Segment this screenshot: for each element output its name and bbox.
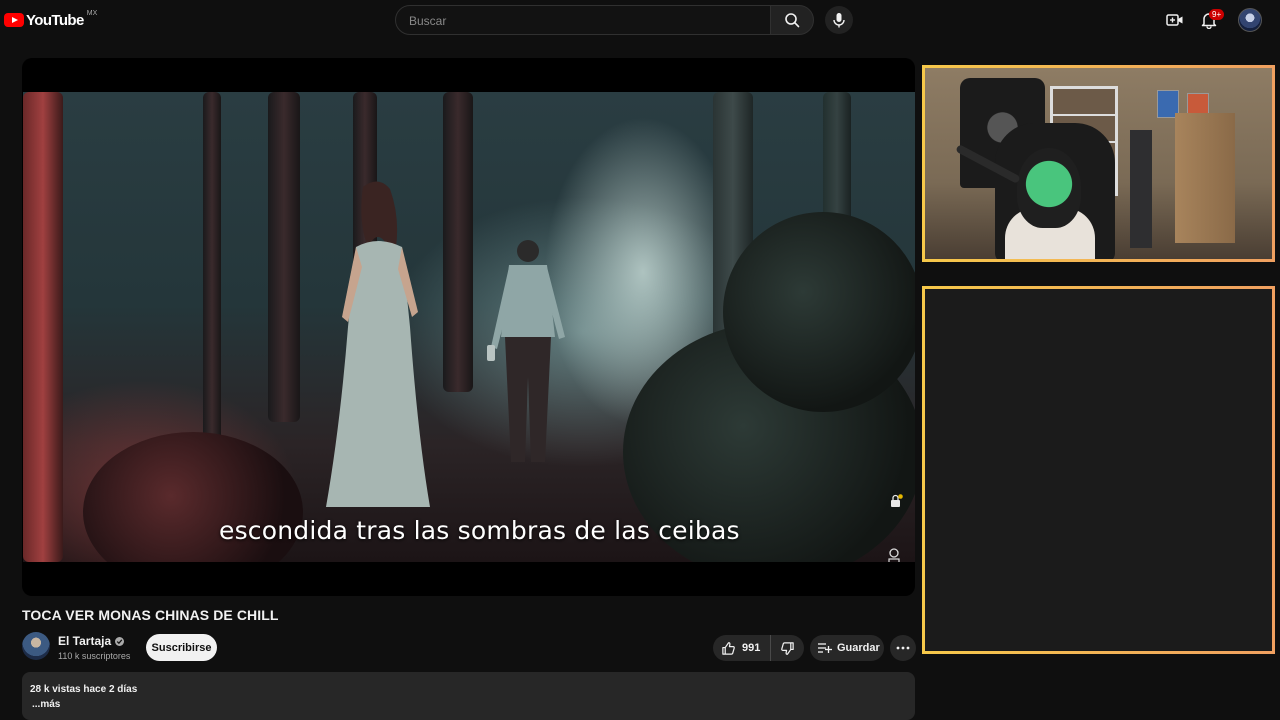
voice-search-button[interactable] [825, 6, 853, 34]
verified-icon [115, 636, 125, 646]
woman-figure [326, 181, 430, 507]
youtube-play-icon [4, 13, 24, 27]
like-button[interactable]: 991 [713, 635, 772, 661]
thumbs-up-icon [722, 641, 735, 655]
more-actions-button[interactable] [890, 635, 916, 661]
search-icon [785, 13, 800, 28]
like-count: 991 [742, 642, 761, 654]
video-player[interactable]: escondida tras las sombras de las ceibas [22, 58, 915, 596]
region-code: MX [86, 9, 98, 17]
mic-icon [833, 13, 845, 28]
show-more-link[interactable]: ...más [32, 699, 60, 710]
search-box [395, 5, 771, 35]
man-figure [487, 240, 565, 462]
logo-text: YouTube [26, 11, 84, 29]
youtube-logo[interactable]: YouTube MX [4, 10, 97, 30]
thumbs-down-icon [781, 641, 795, 655]
webcam-overlay [922, 65, 1275, 262]
streamer-face [1017, 148, 1081, 228]
channel-avatar[interactable] [22, 632, 50, 660]
create-video-icon [1166, 14, 1183, 26]
video-title: TOCA VER MONAS CHINAS DE CHILL [22, 607, 279, 623]
cat-tree-graphic [1175, 113, 1235, 243]
playlist-add-icon [818, 643, 832, 653]
more-horizontal-icon [896, 646, 910, 650]
save-button[interactable]: Guardar [810, 635, 884, 661]
views-and-date: 28 k vistas hace 2 días [30, 684, 138, 695]
create-button[interactable] [1163, 8, 1187, 32]
video-frame: escondida tras las sombras de las ceibas [23, 92, 915, 562]
notifications-badge: 9+ [1209, 9, 1225, 20]
search-input[interactable] [407, 13, 747, 29]
subscriber-count: 110 k suscriptores [58, 651, 131, 661]
like-dislike-bar: 991 [713, 635, 804, 661]
top-bar: YouTube MX 9+ [0, 0, 1280, 40]
save-label: Guardar [837, 642, 880, 654]
channel-name[interactable]: El Tartaja [58, 634, 125, 648]
lock-icon [891, 494, 903, 507]
watermark-icon [888, 548, 900, 562]
description-box[interactable]: 28 k vistas hace 2 días ...más [22, 672, 915, 720]
subtitle-caption: escondida tras las sombras de las ceibas [219, 516, 740, 545]
channel-name-text: El Tartaja [58, 634, 112, 648]
dislike-button[interactable] [771, 641, 795, 656]
account-avatar[interactable] [1238, 8, 1262, 32]
search-button[interactable] [770, 5, 814, 35]
subscribe-button[interactable]: Suscribirse [146, 634, 217, 661]
chat-overlay-frame [922, 286, 1275, 654]
